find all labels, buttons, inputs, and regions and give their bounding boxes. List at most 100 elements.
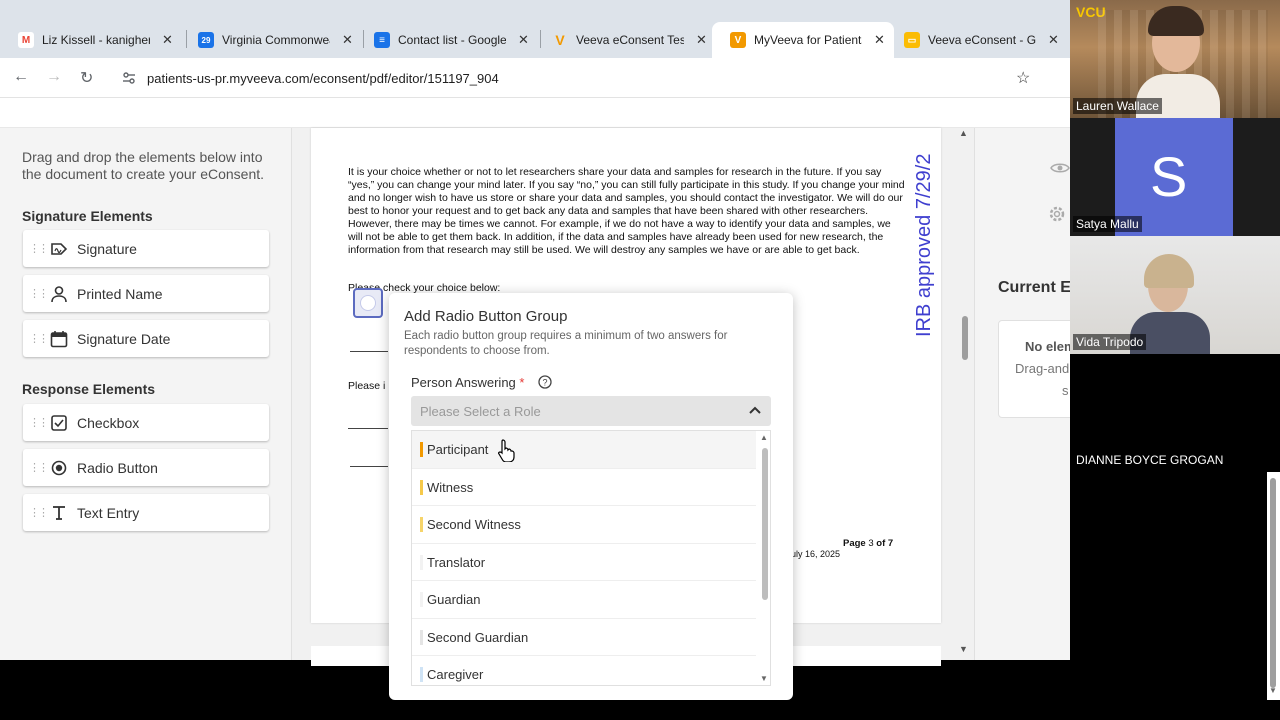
avatar-initial: S <box>1150 145 1188 208</box>
list-scrollbar[interactable] <box>762 448 768 600</box>
option-label: Participant <box>427 442 489 457</box>
close-tab-icon[interactable]: ✕ <box>518 32 529 48</box>
role-option-participant[interactable]: Participant <box>412 431 756 469</box>
veeva-icon: V <box>555 32 565 48</box>
text-icon <box>49 503 69 523</box>
back-icon[interactable]: ← <box>13 68 29 86</box>
drag-handle-icon[interactable]: ⋮⋮ <box>29 332 49 345</box>
role-option-translator[interactable]: Translator <box>412 544 756 581</box>
scroll-up-arrow-icon[interactable]: ▲ <box>959 128 968 138</box>
app-header <box>0 98 1070 128</box>
drag-handle-icon[interactable]: ⋮⋮ <box>29 416 49 429</box>
page-num: 3 <box>868 538 874 549</box>
no-elements-desc-cont: s <box>1062 383 1069 398</box>
list-scroll-down-icon[interactable]: ▼ <box>760 674 768 683</box>
signature-icon <box>49 239 69 259</box>
role-placeholder: Please Select a Role <box>420 404 541 419</box>
video-tile-lauren: VCU Lauren Wallace <box>1070 0 1280 118</box>
address-bar-row: ← → ↻ patients-us-pr.myveeva.com/econsen… <box>0 58 1070 98</box>
browser-tab-active[interactable]: V MyVeeva for Patients ✕ <box>712 22 894 58</box>
browser-tab[interactable]: ▭ Veeva eConsent - Goo ✕ <box>886 22 1070 58</box>
consent-paragraph: It is your choice whether or not to let … <box>348 166 905 256</box>
no-elements-desc: Drag-and <box>1015 361 1070 376</box>
current-elements-heading: Current El <box>998 279 1070 296</box>
tab-title: Liz Kissell - kanigherl@ <box>42 33 150 47</box>
browser-tab[interactable]: 29 Virginia Commonwealt ✕ <box>180 22 358 58</box>
role-dropdown-list[interactable]: ▲ Participant Witness Second Witness Tra… <box>411 430 771 686</box>
drag-handle-icon[interactable]: ⋮⋮ <box>29 287 49 300</box>
url-field[interactable]: patients-us-pr.myveeva.com/econsent/pdf/… <box>112 62 1052 94</box>
signature-line <box>348 428 388 429</box>
checkbox-element[interactable]: ⋮⋮ Checkbox <box>23 404 269 441</box>
slides-icon: ▭ <box>904 32 920 48</box>
role-color-bar <box>420 667 423 682</box>
role-option-guardian[interactable]: Guardian <box>412 581 756 619</box>
elements-panel: Drag and drop the elements below into th… <box>0 128 292 660</box>
forward-icon[interactable]: → <box>46 68 62 86</box>
please-initial-text: Please i <box>348 380 386 392</box>
drag-handle-icon[interactable]: ⋮⋮ <box>29 506 49 519</box>
window-scrollbar-thumb[interactable] <box>1270 478 1276 688</box>
list-scroll-up-icon[interactable]: ▲ <box>760 433 768 442</box>
participant-name: DIANNE BOYCE GROGAN <box>1076 453 1224 467</box>
required-mark: * <box>519 375 525 390</box>
document-scrollbar[interactable] <box>962 316 968 360</box>
page-number: Page 3 of 7 <box>843 538 893 549</box>
drag-handle-icon[interactable]: ⋮⋮ <box>29 461 49 474</box>
option-label: Witness <box>427 479 474 495</box>
page-of: of <box>876 538 886 549</box>
close-tab-icon[interactable]: ✕ <box>696 32 707 48</box>
eye-icon[interactable] <box>1050 161 1070 175</box>
person-hair <box>1144 254 1194 288</box>
panel-instructions: Drag and drop the elements below into th… <box>22 149 265 182</box>
help-icon[interactable]: ? <box>538 375 552 389</box>
browser-tab[interactable]: ≡ Contact list - Google S ✕ <box>356 22 534 58</box>
browser-tab[interactable]: V Veeva eConsent Test S ✕ <box>534 22 718 58</box>
element-label: Signature Date <box>77 330 171 347</box>
bookmark-star-icon[interactable]: ☆ <box>1016 68 1030 88</box>
tab-title: Veeva eConsent Test S <box>576 33 684 47</box>
role-option-witness[interactable]: Witness <box>412 469 756 506</box>
browser-tab[interactable]: M Liz Kissell - kanigherl@ ✕ <box>0 22 180 58</box>
close-tab-icon[interactable]: ✕ <box>342 32 353 48</box>
person-answering-label: Person Answering * <box>411 375 524 390</box>
role-option-second-guardian[interactable]: Second Guardian <box>412 619 756 656</box>
window-scrollbar[interactable]: ▼ <box>1267 472 1280 700</box>
veeva-icon: V <box>730 32 746 48</box>
role-option-second-witness[interactable]: Second Witness <box>412 506 756 544</box>
element-label: Signature <box>77 240 137 257</box>
calendar-icon <box>49 329 69 349</box>
gear-icon[interactable] <box>1047 204 1067 224</box>
close-tab-icon[interactable]: ✕ <box>1048 32 1059 48</box>
page-label: Page <box>843 538 866 549</box>
close-tab-icon[interactable]: ✕ <box>874 32 885 48</box>
no-elements-card: No elem Drag-and s <box>998 320 1070 418</box>
role-color-bar <box>420 592 423 607</box>
video-tile-dianne: DIANNE BOYCE GROGAN <box>1070 354 1280 472</box>
role-option-caregiver[interactable]: Caregiver <box>412 656 756 685</box>
calendar-icon: 29 <box>198 32 214 48</box>
option-label: Translator <box>427 554 486 570</box>
role-color-bar <box>420 479 423 495</box>
role-select[interactable]: Please Select a Role <box>411 396 771 426</box>
radio-button-element[interactable]: ⋮⋮ Radio Button <box>23 449 269 486</box>
radio-button-placeholder[interactable] <box>353 288 383 318</box>
signature-element[interactable]: ⋮⋮ Signature <box>23 230 269 267</box>
reload-icon[interactable]: ↻ <box>80 68 93 88</box>
scroll-down-arrow-icon[interactable]: ▼ <box>959 644 968 654</box>
close-tab-icon[interactable]: ✕ <box>162 32 173 48</box>
scroll-down-arrow-icon[interactable]: ▼ <box>1269 686 1277 695</box>
signature-date-element[interactable]: ⋮⋮ Signature Date <box>23 320 269 357</box>
text-entry-element[interactable]: ⋮⋮ Text Entry <box>23 494 269 531</box>
signature-elements-heading: Signature Elements <box>22 208 153 224</box>
element-label: Radio Button <box>77 459 158 476</box>
svg-text:?: ? <box>542 378 547 388</box>
response-elements-heading: Response Elements <box>22 381 156 397</box>
tab-title: MyVeeva for Patients <box>754 33 862 47</box>
role-color-bar <box>420 554 423 570</box>
hand-cursor-icon <box>497 439 515 462</box>
printed-name-element[interactable]: ⋮⋮ Printed Name <box>23 275 269 312</box>
site-settings-icon[interactable] <box>122 71 136 85</box>
chevron-up-icon[interactable] <box>749 405 761 415</box>
drag-handle-icon[interactable]: ⋮⋮ <box>29 242 49 255</box>
